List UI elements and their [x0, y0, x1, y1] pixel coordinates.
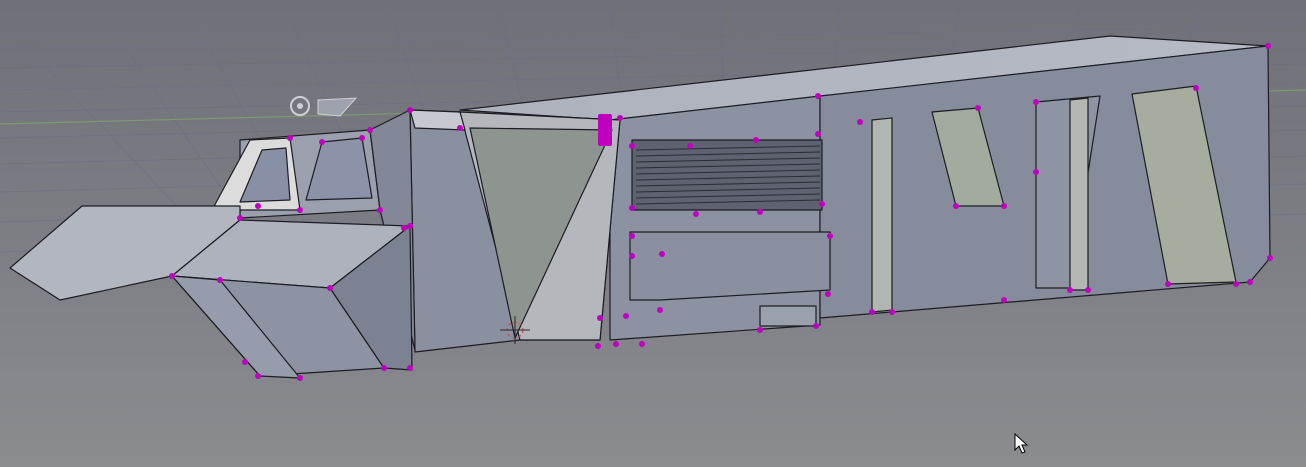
mouse-pointer-icon [1014, 433, 1029, 454]
door-pillar-2 [1069, 97, 1089, 291]
small-hatch [759, 305, 817, 327]
lower-panel [629, 231, 831, 301]
3d-viewport[interactable] [0, 0, 1306, 467]
viewport-canvas[interactable] [0, 0, 1306, 467]
side-panel-front[interactable] [609, 95, 821, 341]
mid-hull[interactable] [409, 109, 621, 353]
door-pillar-1 [871, 117, 893, 313]
mid-roof [409, 109, 466, 131]
vent-grille [631, 139, 823, 211]
